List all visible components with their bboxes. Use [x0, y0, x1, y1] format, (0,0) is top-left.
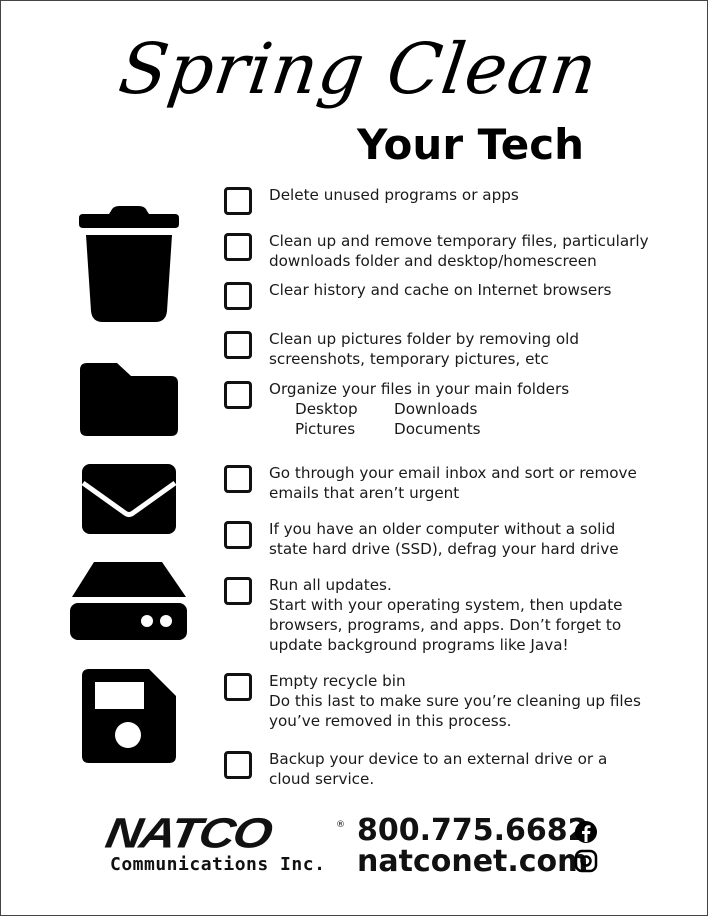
checklist-item: Run all updates. Start with your operati…: [224, 575, 623, 655]
checklist-item: Organize your files in your main folders…: [224, 379, 569, 439]
item-text: state hard drive (SSD), defrag your hard…: [269, 540, 619, 558]
folder-icon: [80, 363, 178, 436]
contact-info: 800.775.6682 natconet.com: [357, 815, 589, 877]
title-spring-clean: Spring Clean: [114, 28, 603, 110]
checklist-item: Clear history and cache on Internet brow…: [224, 280, 611, 310]
natco-logo: NATCO ® Communications Inc.: [102, 809, 345, 875]
facebook-icon[interactable]: [574, 820, 598, 844]
checklist-item: If you have an older computer without a …: [224, 519, 619, 559]
item-text: screenshots, temporary pictures, etc: [269, 350, 549, 368]
checkbox[interactable]: [224, 233, 252, 261]
checkbox[interactable]: [224, 577, 252, 605]
folder-name: Documents: [394, 420, 481, 438]
title-your-tech: Your Tech: [357, 120, 585, 169]
folder-name: Desktop: [295, 400, 358, 418]
item-text: Empty recycle bin: [269, 672, 406, 690]
checkbox[interactable]: [224, 331, 252, 359]
item-text: Backup your device to an external drive …: [269, 750, 608, 768]
checklist-item: Backup your device to an external drive …: [224, 749, 607, 789]
phone-number[interactable]: 800.775.6682: [357, 815, 589, 846]
item-text: Go through your email inbox and sort or …: [269, 464, 637, 482]
checkbox[interactable]: [224, 465, 252, 493]
folder-list: Desktop Downloads Pictures Documents: [295, 399, 569, 439]
floppy-disk-icon: [82, 669, 176, 763]
instagram-icon[interactable]: [574, 849, 598, 873]
checklist-item: Clean up and remove temporary files, par…: [224, 231, 649, 271]
item-text: Organize your files in your main folders: [269, 380, 570, 398]
item-text: Clear history and cache on Internet brow…: [269, 281, 612, 299]
item-text: you’ve removed in this process.: [269, 712, 512, 730]
checkbox[interactable]: [224, 381, 252, 409]
item-text: Clean up pictures folder by removing old: [269, 330, 579, 348]
registered-mark: ®: [336, 820, 345, 830]
item-text: Clean up and remove temporary files, par…: [269, 232, 649, 250]
folder-name: Downloads: [394, 400, 478, 418]
checklist-item: Go through your email inbox and sort or …: [224, 463, 637, 503]
item-text: Start with your operating system, then u…: [269, 596, 623, 614]
website-link[interactable]: natconet.com: [357, 846, 589, 877]
envelope-icon: [81, 464, 177, 534]
logo-wordmark: NATCO: [102, 809, 275, 858]
checklist-item: Empty recycle bin Do this last to make s…: [224, 671, 641, 731]
checklist-item: Delete unused programs or apps: [224, 185, 519, 215]
item-text: downloads folder and desktop/homescreen: [269, 252, 597, 270]
checkbox[interactable]: [224, 521, 252, 549]
trash-icon: [79, 206, 179, 322]
item-text: If you have an older computer without a …: [269, 520, 616, 538]
folder-name: Pictures: [295, 420, 356, 438]
item-text: emails that aren’t urgent: [269, 484, 460, 502]
company-name: Communications Inc.: [110, 854, 326, 875]
item-text: Run all updates.: [269, 576, 392, 594]
checklist-item: Clean up pictures folder by removing old…: [224, 329, 579, 369]
hard-drive-icon: [70, 562, 187, 640]
item-text: Delete unused programs or apps: [269, 186, 519, 204]
checkbox[interactable]: [224, 751, 252, 779]
checkbox[interactable]: [224, 673, 252, 701]
checkbox[interactable]: [224, 282, 252, 310]
checkbox[interactable]: [224, 187, 252, 215]
item-text: cloud service.: [269, 770, 375, 788]
item-text: update background programs like Java!: [269, 636, 569, 654]
item-text: browsers, programs, and apps. Don’t forg…: [269, 616, 622, 634]
item-text: Do this last to make sure you’re cleanin…: [269, 692, 641, 710]
